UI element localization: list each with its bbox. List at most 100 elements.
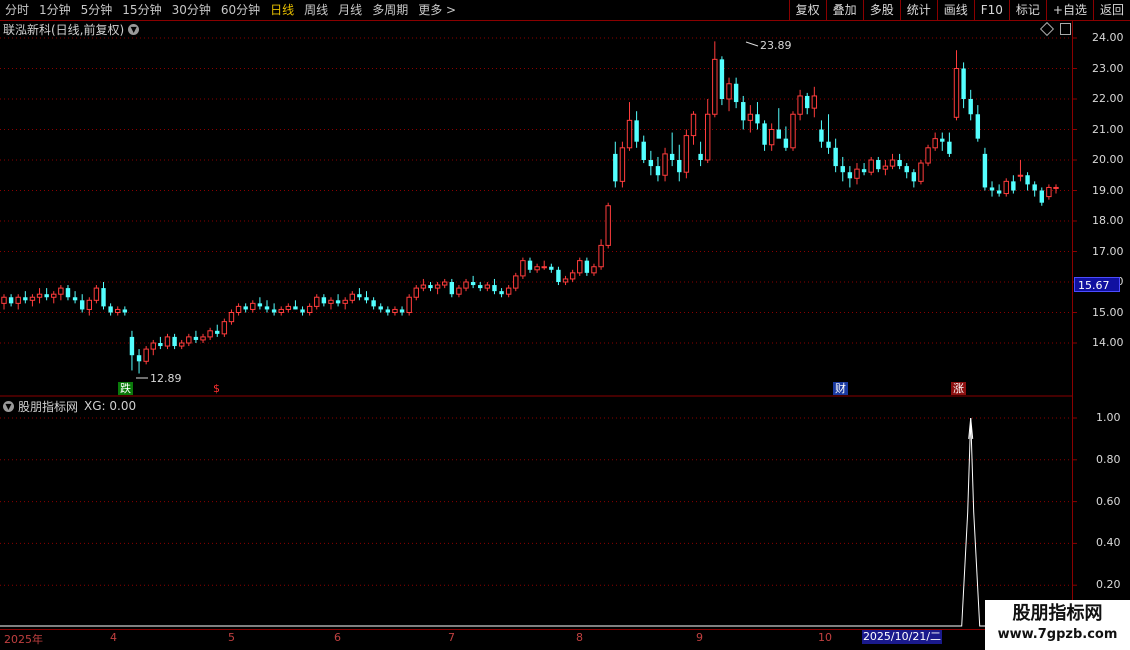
candle-body — [420, 284, 427, 289]
mark-button[interactable]: 标记 — [1008, 0, 1046, 20]
candle-body — [712, 58, 718, 115]
candle-body — [641, 141, 646, 160]
candle — [805, 92, 810, 115]
candle-body — [562, 278, 569, 283]
tab-daily[interactable]: 日线 — [265, 0, 299, 20]
candle-body — [108, 306, 113, 313]
candle — [478, 282, 483, 292]
candle — [264, 300, 270, 313]
add-watchlist-button[interactable]: +自选 — [1045, 0, 1093, 20]
candle-body — [513, 275, 519, 289]
candle-body — [364, 297, 369, 301]
date-label: 8 — [576, 631, 583, 644]
price-tick-label: 19.00 — [1092, 183, 1124, 197]
candle-body — [357, 294, 362, 298]
marker-dollar[interactable]: $ — [211, 382, 222, 395]
candle-body — [349, 293, 356, 301]
candle — [513, 272, 519, 292]
candle — [861, 163, 867, 176]
candle-body — [541, 266, 547, 269]
candle — [520, 257, 526, 279]
candle — [989, 181, 995, 197]
candle — [293, 300, 298, 310]
draw-line-button[interactable]: 画线 — [936, 0, 974, 20]
tab-fenshi[interactable]: 分时 — [0, 0, 34, 20]
diamond-icon[interactable] — [1039, 21, 1055, 37]
tab-60min[interactable]: 60分钟 — [216, 0, 265, 20]
candle-body — [982, 153, 988, 188]
date-label: 9 — [696, 631, 703, 644]
marker-die[interactable]: 跌 — [118, 382, 133, 395]
candle-body — [257, 303, 263, 307]
candle — [357, 288, 362, 301]
candle — [953, 50, 960, 121]
candle — [797, 89, 803, 121]
candle-body — [413, 287, 419, 298]
price-tick-label: 17.00 — [1092, 244, 1124, 258]
f10-button[interactable]: F10 — [973, 0, 1009, 20]
kline-chart[interactable] — [0, 0, 1130, 650]
candle — [79, 294, 85, 313]
candle — [186, 333, 192, 347]
statistics-button[interactable]: 统计 — [899, 0, 937, 20]
candle-body — [72, 297, 78, 301]
candle-body — [36, 293, 43, 298]
price-tick-label: 22.00 — [1092, 92, 1124, 105]
tab-weekly[interactable]: 周线 — [299, 0, 333, 20]
multi-stock-button[interactable]: 多股 — [862, 0, 900, 20]
candle-body — [478, 285, 483, 289]
marker-cai[interactable]: 财 — [833, 382, 848, 395]
candle — [626, 102, 633, 151]
tab-5min[interactable]: 5分钟 — [76, 0, 118, 20]
tab-more[interactable]: 更多 > — [413, 0, 461, 20]
candle — [8, 294, 14, 307]
candle-body — [549, 266, 554, 270]
tab-30min[interactable]: 30分钟 — [167, 0, 216, 20]
candle-body — [591, 266, 597, 274]
tab-1min[interactable]: 1分钟 — [34, 0, 76, 20]
xg-series-line — [0, 417, 1072, 627]
watermark-url: www.7gpzb.com — [997, 627, 1118, 642]
candle-body — [29, 296, 36, 301]
panel-icon[interactable] — [1060, 23, 1071, 35]
candle — [371, 297, 376, 310]
candle — [314, 294, 320, 310]
candle-body — [889, 159, 896, 167]
candle — [669, 132, 675, 167]
candle — [1046, 184, 1052, 200]
back-button[interactable]: 返回 — [1092, 0, 1130, 20]
candle — [44, 288, 49, 301]
candle-body — [1025, 175, 1030, 185]
chevron-down-icon[interactable]: ▼ — [3, 400, 14, 412]
candle-body — [86, 299, 93, 310]
candle-body — [534, 266, 540, 271]
tab-monthly[interactable]: 月线 — [333, 0, 367, 20]
candle — [300, 306, 305, 316]
candle-body — [968, 99, 973, 115]
tab-multi-period[interactable]: 多周期 — [367, 0, 413, 20]
chevron-down-icon[interactable]: ▼ — [128, 23, 140, 35]
overlay-button[interactable]: 叠加 — [825, 0, 863, 20]
candle — [221, 318, 228, 337]
candle — [690, 111, 697, 145]
candle-body — [819, 129, 824, 142]
candle-body — [215, 330, 220, 334]
marker-zhang[interactable]: 涨 — [951, 382, 966, 395]
candle-body — [961, 68, 966, 99]
candle — [108, 303, 113, 316]
candle — [613, 141, 618, 188]
candle — [833, 138, 838, 173]
candle-body — [371, 300, 376, 307]
current-price-tag: 15.67 — [1074, 277, 1120, 292]
candle-body — [58, 287, 64, 295]
candle — [826, 114, 831, 154]
price-tick-label: 21.00 — [1092, 122, 1124, 136]
candle-body — [335, 300, 341, 304]
candle — [569, 269, 576, 282]
restore-rights-button[interactable]: 复权 — [788, 0, 826, 20]
tab-15min[interactable]: 15分钟 — [117, 0, 166, 20]
candle — [648, 150, 654, 176]
candle-body — [136, 355, 142, 362]
candle — [1053, 184, 1059, 194]
indicator-name: 股朋指标网 — [18, 399, 79, 414]
